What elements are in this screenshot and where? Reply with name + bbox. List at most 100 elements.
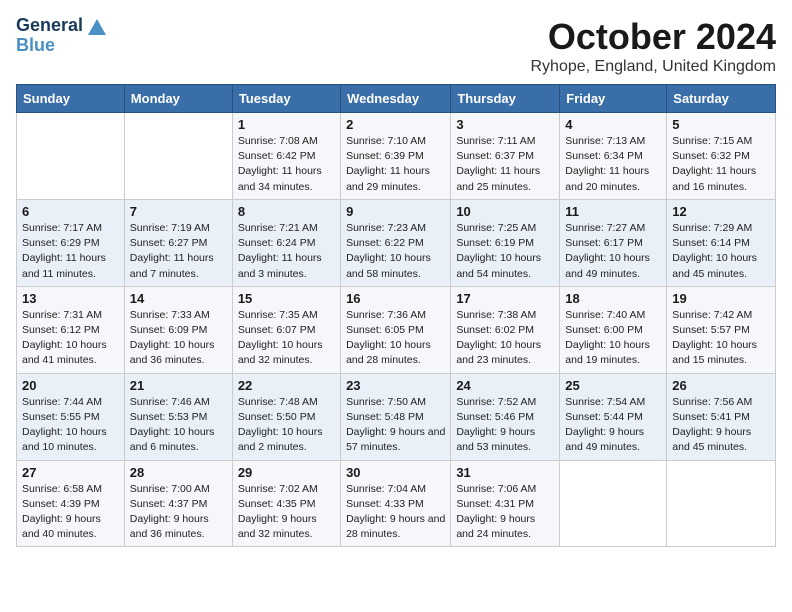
day-number: 25 [565,378,661,393]
day-info: Sunrise: 7:27 AM Sunset: 6:17 PM Dayligh… [565,221,661,282]
day-info: Sunrise: 7:29 AM Sunset: 6:14 PM Dayligh… [672,221,770,282]
calendar-table: SundayMondayTuesdayWednesdayThursdayFrid… [16,84,776,547]
day-info: Sunrise: 7:46 AM Sunset: 5:53 PM Dayligh… [130,395,227,456]
day-info: Sunrise: 7:08 AM Sunset: 6:42 PM Dayligh… [238,134,335,195]
day-number: 2 [346,117,445,132]
day-number: 30 [346,465,445,480]
calendar-cell [17,113,125,200]
day-number: 3 [456,117,554,132]
calendar-cell: 6 Sunrise: 7:17 AM Sunset: 6:29 PM Daylig… [17,199,125,286]
day-info: Sunrise: 7:17 AM Sunset: 6:29 PM Dayligh… [22,221,119,282]
day-number: 26 [672,378,770,393]
day-number: 8 [238,204,335,219]
calendar-cell [560,460,667,547]
day-info: Sunrise: 7:50 AM Sunset: 5:48 PM Dayligh… [346,395,445,456]
calendar-week-4: 27Sunrise: 6:58 AM Sunset: 4:39 PM Dayli… [17,460,776,547]
day-info: Sunrise: 7:21 AM Sunset: 6:24 PM Dayligh… [238,221,335,282]
day-info: Sunrise: 7:23 AM Sunset: 6:22 PM Dayligh… [346,221,445,282]
day-header-thursday: Thursday [451,85,560,113]
calendar-cell: 10Sunrise: 7:25 AM Sunset: 6:19 PM Dayli… [451,199,560,286]
title-block: October 2024 Ryhope, England, United Kin… [531,16,777,76]
day-number: 24 [456,378,554,393]
day-number: 17 [456,291,554,306]
day-number: 18 [565,291,661,306]
logo: General Blue [16,16,108,56]
calendar-week-0: 1Sunrise: 7:08 AM Sunset: 6:42 PM Daylig… [17,113,776,200]
calendar-week-3: 20 Sunrise: 7:44 AM Sunset: 5:55 PM Dayli… [17,373,776,460]
calendar-cell: 21 Sunrise: 7:46 AM Sunset: 5:53 PM Dayli… [124,373,232,460]
calendar-cell: 29Sunrise: 7:02 AM Sunset: 4:35 PM Dayli… [232,460,340,547]
calendar-cell: 3Sunrise: 7:11 AM Sunset: 6:37 PM Daylig… [451,113,560,200]
day-header-wednesday: Wednesday [341,85,451,113]
calendar-cell: 28Sunrise: 7:00 AM Sunset: 4:37 PM Dayli… [124,460,232,547]
day-info: Sunrise: 7:38 AM Sunset: 6:02 PM Dayligh… [456,308,554,369]
calendar-cell: 19 Sunrise: 7:42 AM Sunset: 5:57 PM Dayli… [667,286,776,373]
day-header-friday: Friday [560,85,667,113]
day-info: Sunrise: 7:13 AM Sunset: 6:34 PM Dayligh… [565,134,661,195]
day-info: Sunrise: 7:35 AM Sunset: 6:07 PM Dayligh… [238,308,335,369]
day-number: 23 [346,378,445,393]
logo-text: General Blue [16,16,108,56]
day-info: Sunrise: 7:36 AM Sunset: 6:05 PM Dayligh… [346,308,445,369]
day-info: Sunrise: 6:58 AM Sunset: 4:39 PM Dayligh… [22,482,119,543]
day-info: Sunrise: 7:19 AM Sunset: 6:27 PM Dayligh… [130,221,227,282]
day-number: 12 [672,204,770,219]
day-number: 4 [565,117,661,132]
day-info: Sunrise: 7:52 AM Sunset: 5:46 PM Dayligh… [456,395,554,456]
day-number: 15 [238,291,335,306]
day-info: Sunrise: 7:40 AM Sunset: 6:00 PM Dayligh… [565,308,661,369]
calendar-week-1: 6 Sunrise: 7:17 AM Sunset: 6:29 PM Daylig… [17,199,776,286]
day-info: Sunrise: 7:54 AM Sunset: 5:44 PM Dayligh… [565,395,661,456]
calendar-week-2: 13 Sunrise: 7:31 AM Sunset: 6:12 PM Dayli… [17,286,776,373]
day-number: 13 [22,291,119,306]
day-number: 20 [22,378,119,393]
calendar-cell: 14 Sunrise: 7:33 AM Sunset: 6:09 PM Dayli… [124,286,232,373]
day-info: Sunrise: 7:06 AM Sunset: 4:31 PM Dayligh… [456,482,554,543]
calendar-cell: 15 Sunrise: 7:35 AM Sunset: 6:07 PM Dayli… [232,286,340,373]
calendar-cell: 24 Sunrise: 7:52 AM Sunset: 5:46 PM Dayli… [451,373,560,460]
day-info: Sunrise: 7:04 AM Sunset: 4:33 PM Dayligh… [346,482,445,543]
day-info: Sunrise: 7:44 AM Sunset: 5:55 PM Dayligh… [22,395,119,456]
day-number: 31 [456,465,554,480]
day-info: Sunrise: 7:42 AM Sunset: 5:57 PM Dayligh… [672,308,770,369]
day-number: 14 [130,291,227,306]
day-number: 6 [22,204,119,219]
day-header-monday: Monday [124,85,232,113]
calendar-cell: 31 Sunrise: 7:06 AM Sunset: 4:31 PM Dayli… [451,460,560,547]
calendar-cell: 4 Sunrise: 7:13 AM Sunset: 6:34 PM Daylig… [560,113,667,200]
calendar-header-row: SundayMondayTuesdayWednesdayThursdayFrid… [17,85,776,113]
calendar-cell: 13 Sunrise: 7:31 AM Sunset: 6:12 PM Dayli… [17,286,125,373]
calendar-cell: 11Sunrise: 7:27 AM Sunset: 6:17 PM Dayli… [560,199,667,286]
calendar-cell: 17 Sunrise: 7:38 AM Sunset: 6:02 PM Dayli… [451,286,560,373]
day-number: 22 [238,378,335,393]
calendar-cell: 20 Sunrise: 7:44 AM Sunset: 5:55 PM Dayli… [17,373,125,460]
day-header-tuesday: Tuesday [232,85,340,113]
location: Ryhope, England, United Kingdom [531,58,777,76]
calendar-cell: 16Sunrise: 7:36 AM Sunset: 6:05 PM Dayli… [341,286,451,373]
calendar-cell: 25 Sunrise: 7:54 AM Sunset: 5:44 PM Dayli… [560,373,667,460]
day-info: Sunrise: 7:31 AM Sunset: 6:12 PM Dayligh… [22,308,119,369]
calendar-cell [124,113,232,200]
day-number: 5 [672,117,770,132]
calendar-cell: 2 Sunrise: 7:10 AM Sunset: 6:39 PM Daylig… [341,113,451,200]
day-number: 9 [346,204,445,219]
day-number: 10 [456,204,554,219]
calendar-cell: 1Sunrise: 7:08 AM Sunset: 6:42 PM Daylig… [232,113,340,200]
day-header-sunday: Sunday [17,85,125,113]
day-info: Sunrise: 7:10 AM Sunset: 6:39 PM Dayligh… [346,134,445,195]
day-number: 19 [672,291,770,306]
page-header: General Blue October 2024 Ryhope, Englan… [16,16,776,76]
logo-subtext: Blue [16,35,55,55]
day-number: 28 [130,465,227,480]
calendar-cell: 12 Sunrise: 7:29 AM Sunset: 6:14 PM Dayli… [667,199,776,286]
calendar-cell [667,460,776,547]
day-info: Sunrise: 7:33 AM Sunset: 6:09 PM Dayligh… [130,308,227,369]
day-info: Sunrise: 7:15 AM Sunset: 6:32 PM Dayligh… [672,134,770,195]
calendar-cell: 22Sunrise: 7:48 AM Sunset: 5:50 PM Dayli… [232,373,340,460]
day-info: Sunrise: 7:02 AM Sunset: 4:35 PM Dayligh… [238,482,335,543]
calendar-cell: 7Sunrise: 7:19 AM Sunset: 6:27 PM Daylig… [124,199,232,286]
day-number: 21 [130,378,227,393]
month-title: October 2024 [531,16,777,58]
calendar-cell: 23 Sunrise: 7:50 AM Sunset: 5:48 PM Dayli… [341,373,451,460]
calendar-cell: 27Sunrise: 6:58 AM Sunset: 4:39 PM Dayli… [17,460,125,547]
